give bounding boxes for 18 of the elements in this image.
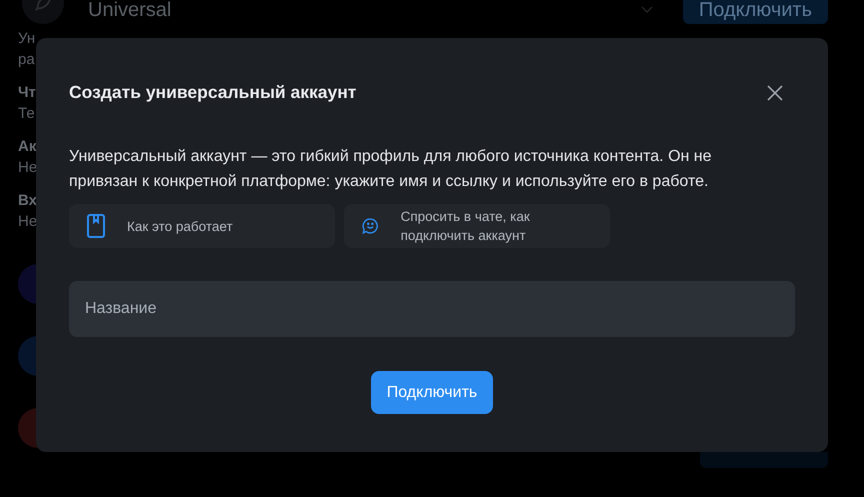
name-input-field[interactable]: Название <box>69 281 795 337</box>
field-label: Ак <box>18 137 36 157</box>
field-label: Чт <box>18 83 36 103</box>
connect-button[interactable]: Подключить <box>682 0 828 24</box>
field-value: Не <box>18 212 36 232</box>
chevron-down-icon <box>640 6 653 14</box>
dialog-description: Универсальный аккаунт — это гибкий профиль для любого источника контента. Он не привязан к конкретной платформе: укажите имя и ссылку и используйте его в работе. <box>69 147 713 192</box>
notebook-icon <box>87 214 105 238</box>
guide-link[interactable]: Как это работает <box>69 204 335 248</box>
field-label: Вх <box>18 191 36 211</box>
field-value: ра <box>18 50 36 70</box>
account-name: Universal <box>88 0 172 22</box>
close-icon[interactable] <box>767 84 783 100</box>
field-value: Не <box>18 158 36 178</box>
field-value: Ун <box>18 29 36 49</box>
chat-help-link[interactable]: Спросить в чате, как подключить аккаунт <box>344 204 610 248</box>
dialog-title: Создать универсальный аккаунт <box>69 82 356 103</box>
field-value: Те <box>18 104 36 124</box>
